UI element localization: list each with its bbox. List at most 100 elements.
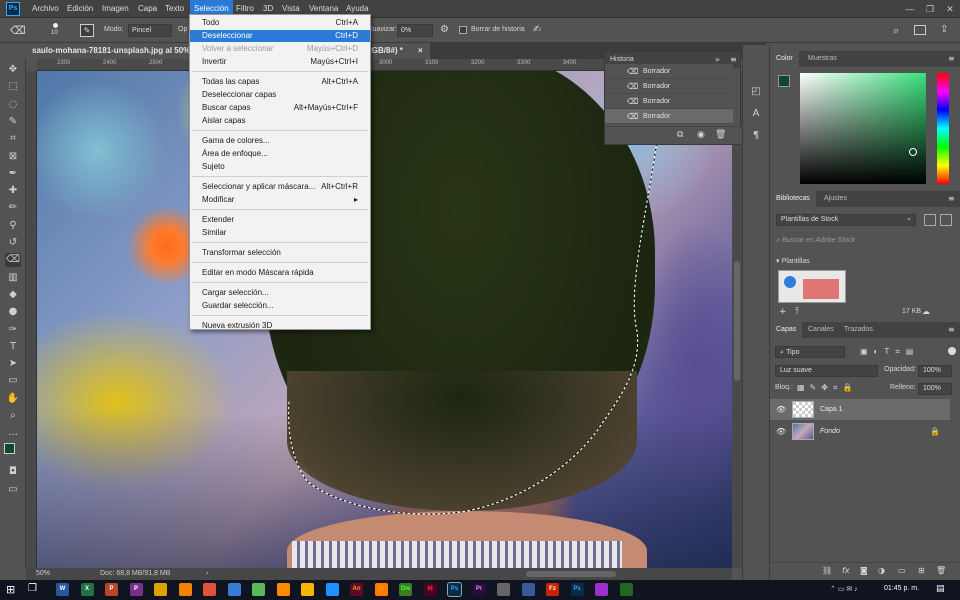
template-thumbnail[interactable] bbox=[778, 270, 846, 303]
eraser-tool-icon[interactable]: ⌫ bbox=[10, 24, 26, 37]
menu-item-9[interactable]: Área de enfoque... bbox=[190, 148, 370, 160]
screen-mode-icon[interactable]: ▭ bbox=[5, 483, 21, 497]
pressure-size-icon[interactable]: ✍ bbox=[533, 24, 541, 35]
maximize-icon[interactable]: ❐ bbox=[924, 3, 936, 15]
layer-filter-select[interactable]: ⌕ Tipo bbox=[775, 346, 845, 358]
menu-4[interactable]: Texto bbox=[161, 0, 188, 18]
pen-tool-icon[interactable]: ✑ bbox=[5, 323, 21, 337]
menu-item-19[interactable]: Nueva extrusión 3D bbox=[190, 320, 370, 332]
menu-0[interactable]: Archivo bbox=[28, 0, 63, 18]
menu-item-4[interactable]: Todas las capas Alt+Ctrl+A bbox=[190, 76, 370, 88]
menu-item-17[interactable]: Cargar selección... bbox=[190, 287, 370, 299]
layer-name[interactable]: Fondo bbox=[820, 421, 840, 442]
tab-channels[interactable]: Canales bbox=[802, 322, 840, 338]
taskbar-app-icon[interactable] bbox=[276, 583, 290, 596]
taskbar-app-icon[interactable]: Ps bbox=[447, 582, 462, 597]
taskbar-app-icon[interactable] bbox=[178, 583, 192, 596]
paragraph-panel-icon[interactable]: A bbox=[749, 107, 763, 121]
menu-3[interactable]: Capa bbox=[134, 0, 161, 18]
healing-brush-tool-icon[interactable]: ✚ bbox=[5, 184, 21, 198]
tab-adjustments[interactable]: Ajustes bbox=[818, 191, 853, 207]
delete-layer-icon[interactable]: 🗑 bbox=[936, 566, 946, 575]
history-row[interactable]: ⌫ Borrador bbox=[605, 94, 733, 109]
menu-item-10[interactable]: Sujeto bbox=[190, 161, 370, 173]
taskbar-app-icon[interactable] bbox=[252, 583, 265, 596]
tab-paths[interactable]: Trazados bbox=[838, 322, 879, 338]
color-picker-cursor[interactable] bbox=[909, 148, 917, 156]
frame-tool-icon[interactable]: ⊠ bbox=[5, 150, 21, 164]
history-row[interactable]: ⌫ Borrador bbox=[605, 109, 733, 124]
share-icon[interactable]: ⇪ bbox=[940, 24, 948, 35]
close-icon[interactable]: ✕ bbox=[944, 3, 956, 15]
marquee-tool-icon[interactable]: ⬚ bbox=[5, 80, 21, 94]
notifications-icon[interactable]: ▤ bbox=[936, 584, 945, 594]
foreground-color-swatch[interactable] bbox=[778, 75, 790, 87]
eraser-tool-icon[interactable]: ⌫ bbox=[5, 253, 21, 268]
new-layer-icon[interactable]: ⊞ bbox=[918, 566, 925, 575]
zoom-tool-icon[interactable]: ⌕ bbox=[5, 409, 21, 423]
add-icon[interactable]: + bbox=[779, 307, 787, 317]
clone-stamp-tool-icon[interactable]: ⚲ bbox=[5, 219, 21, 233]
menu-item-0[interactable]: Todo Ctrl+A bbox=[190, 17, 370, 29]
mode-select[interactable]: Pincel bbox=[128, 24, 172, 37]
taskbar-app-icon[interactable] bbox=[227, 583, 241, 596]
fill-input[interactable]: 100% bbox=[918, 383, 952, 395]
color-picker-field[interactable] bbox=[800, 73, 926, 184]
quick-select-tool-icon[interactable]: ✎ bbox=[5, 115, 21, 129]
taskbar-app-icon[interactable] bbox=[619, 583, 633, 596]
windows-start-icon[interactable]: ⊞ bbox=[6, 583, 15, 596]
minimize-icon[interactable]: — bbox=[904, 3, 916, 15]
taskbar-app-icon[interactable]: P bbox=[105, 583, 118, 596]
chevron-down-icon[interactable]: ⌄ bbox=[906, 214, 912, 222]
menu-item-15[interactable]: Transformar selección bbox=[190, 247, 370, 259]
group-folder-icon[interactable]: ▭ bbox=[898, 566, 906, 575]
taskbar-app-icon[interactable]: P bbox=[129, 583, 143, 596]
tab-layers[interactable]: Capas bbox=[770, 322, 803, 338]
menu-1[interactable]: Edición bbox=[63, 0, 97, 18]
history-row[interactable]: ⌫ Borrador bbox=[605, 79, 733, 94]
layer-name[interactable]: Capa 1 bbox=[820, 399, 843, 420]
taskbar-app-icon[interactable] bbox=[521, 583, 535, 596]
libraries-panel-menu-icon[interactable]: ≡ bbox=[948, 194, 955, 203]
menu-item-1[interactable]: Deseleccionar Ctrl+D bbox=[190, 30, 370, 42]
link-layers-icon[interactable]: ⛓ bbox=[822, 566, 832, 575]
menu-item-16[interactable]: Editar en modo Máscara rápida bbox=[190, 267, 370, 279]
menu-2[interactable]: Imagen bbox=[98, 0, 133, 18]
history-brush-tool-icon[interactable]: ↺ bbox=[5, 236, 21, 250]
adjustment-layer-icon[interactable]: ◑ bbox=[878, 566, 885, 575]
smoothing-input[interactable]: 0% bbox=[397, 24, 433, 37]
menu-item-18[interactable]: Guardar selección... bbox=[190, 300, 370, 312]
taskbar-app-icon[interactable]: Fz bbox=[546, 583, 559, 596]
taskbar-app-icon[interactable]: Ps bbox=[570, 583, 584, 596]
crop-tool-icon[interactable]: ⌗ bbox=[5, 132, 21, 146]
opacity-input[interactable]: 100% bbox=[918, 365, 952, 377]
upload-icon[interactable]: ⤒ bbox=[795, 307, 799, 317]
taskbar-app-icon[interactable] bbox=[497, 583, 510, 596]
visibility-eye-icon[interactable]: 👁 bbox=[776, 421, 786, 442]
status-arrow-icon[interactable]: › bbox=[206, 568, 208, 580]
eyedropper-tool-icon[interactable]: ✒ bbox=[5, 167, 21, 181]
layer-row[interactable]: 👁 Capa 1 bbox=[770, 399, 950, 420]
tab-libraries[interactable]: Bibliotecas bbox=[770, 191, 816, 207]
taskbar-app-icon[interactable] bbox=[203, 583, 216, 596]
taskbar-app-icon[interactable]: W bbox=[56, 583, 69, 596]
color-panel-menu-icon[interactable]: ≡ bbox=[948, 54, 955, 63]
menu-item-11[interactable]: Seleccionar y aplicar máscara... Alt+Ctrl… bbox=[190, 181, 370, 193]
layer-mask-icon[interactable]: ◙ bbox=[860, 566, 868, 575]
paragraph-mark-icon[interactable]: ¶ bbox=[749, 129, 763, 143]
cloud-sync-icon[interactable]: ☁ bbox=[922, 307, 930, 316]
taskbar-app-icon[interactable] bbox=[154, 583, 167, 596]
path-select-tool-icon[interactable]: ➤ bbox=[5, 357, 21, 371]
document-canvas[interactable] bbox=[37, 71, 732, 568]
document-tab-close-icon[interactable]: × bbox=[418, 43, 423, 59]
taskbar-app-icon[interactable]: Ai bbox=[374, 583, 388, 596]
templates-section[interactable]: ▾ Plantillas bbox=[776, 257, 810, 265]
taskbar-app-icon[interactable] bbox=[325, 583, 339, 596]
taskbar-app-icon[interactable]: X bbox=[80, 583, 94, 596]
taskbar-app-icon[interactable]: Pr bbox=[472, 583, 486, 596]
libraries-dropdown[interactable]: Plantillas de Stock bbox=[776, 214, 916, 226]
list-view-icon[interactable] bbox=[940, 214, 952, 226]
clock[interactable]: 01:45 p. m. bbox=[884, 585, 919, 592]
menu-item-5[interactable]: Deseleccionar capas bbox=[190, 89, 370, 101]
taskbar-app-icon[interactable] bbox=[595, 583, 608, 596]
